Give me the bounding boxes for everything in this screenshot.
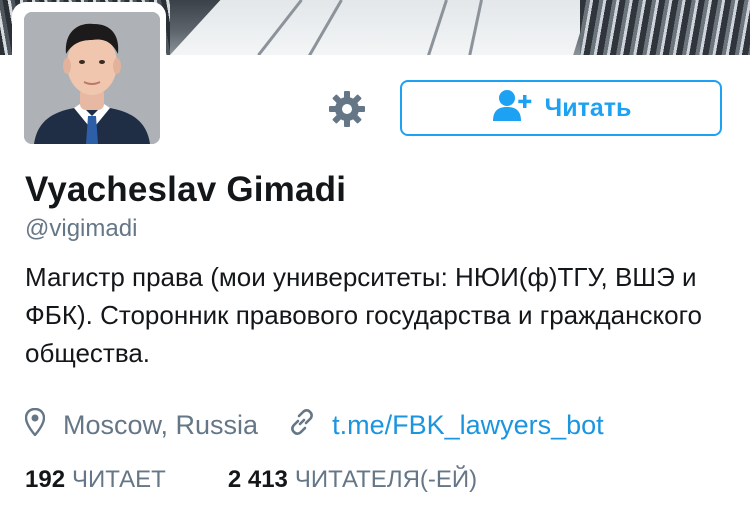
profile-location: Moscow, Russia: [63, 409, 259, 440]
avatar-portrait: [24, 12, 160, 144]
gear-icon[interactable]: [328, 90, 366, 128]
following-count: 192: [25, 466, 66, 493]
banner-snow-road: [170, 0, 590, 55]
followers-count: 2 413: [227, 466, 288, 493]
location-pin-icon: [24, 407, 46, 443]
followers-label: ЧИТАТЕЛЯ(-ЕЙ): [294, 466, 478, 493]
following-stat[interactable]: 192 ЧИТАЕТ: [25, 466, 166, 494]
follow-button-label: Читать: [544, 93, 632, 122]
followers-stat[interactable]: 2 413 ЧИТАТЕЛЯ(-ЕЙ): [228, 466, 477, 494]
profile-stats: 192 ЧИТАЕТ 2 413 ЧИТАТЕЛЯ(-ЕЙ): [25, 466, 477, 494]
profile-bio: Магистр права (мои университеты: НЮИ(ф)Т…: [25, 262, 702, 368]
profile-name: Vyacheslav Gimadi: [25, 170, 347, 209]
profile-meta: Moscow, Russia t.me/FBK_lawyers_bot: [24, 405, 604, 445]
add-user-icon: [491, 88, 535, 129]
profile-website-link[interactable]: t.me/FBK_lawyers_bot: [332, 410, 604, 441]
avatar[interactable]: [24, 12, 160, 144]
following-label: ЧИТАЕТ: [72, 466, 166, 493]
follow-button[interactable]: Читать: [400, 80, 722, 136]
link-icon: [288, 408, 316, 443]
banner-trees-right: [580, 0, 750, 55]
profile-handle[interactable]: @vigimadi: [25, 215, 137, 243]
